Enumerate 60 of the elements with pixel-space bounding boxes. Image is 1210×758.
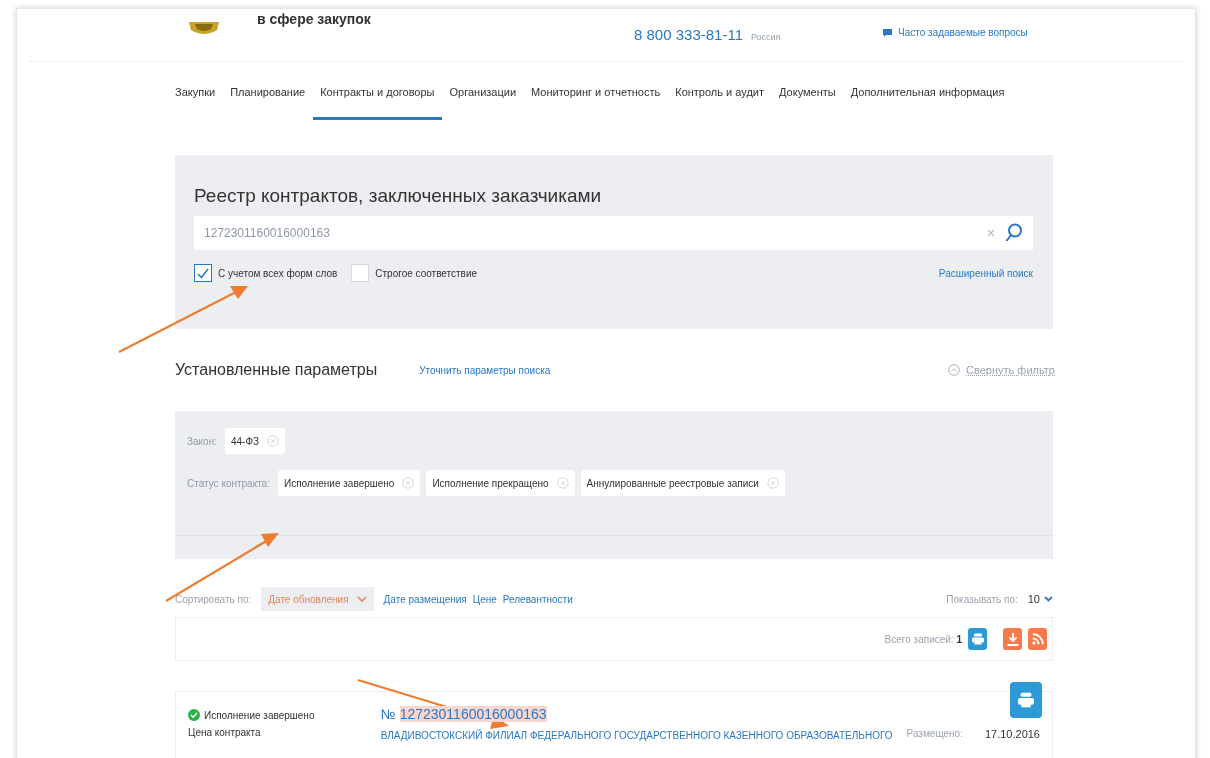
registry-title: Реестр контрактов, заключенных заказчиками xyxy=(194,185,603,207)
refine-search-link[interactable]: Уточнить параметры поиска xyxy=(419,364,551,376)
sort-label: Сортировать по: xyxy=(175,593,252,605)
remove-icon[interactable] xyxy=(556,477,569,489)
remove-icon[interactable] xyxy=(267,435,280,447)
chevron-down-icon xyxy=(1044,596,1053,602)
clear-icon[interactable] xyxy=(987,229,995,237)
nav-tab[interactable]: Дополнительная информация xyxy=(843,66,1012,120)
printer-icon xyxy=(1018,692,1034,708)
customer-name[interactable]: ВЛАДИВОСТОКСКИЙ ФИЛИАЛ ФЕДЕРАЛЬНОГО ГОСУДАРСТВЕННОГО КАЗЕННОГО ОБРАЗОВАТЕЛЬНОГО xyxy=(380,730,895,741)
printer-icon xyxy=(971,633,984,645)
print-button[interactable] xyxy=(968,628,987,650)
download-button[interactable] xyxy=(1003,628,1022,650)
section-title: Установленные параметры xyxy=(175,361,378,379)
region-label: Россия xyxy=(751,32,781,42)
page-size-dropdown[interactable]: 10 xyxy=(1027,593,1053,605)
page-size-label: Показывать по: xyxy=(946,593,1018,605)
nav-tab[interactable]: Планирование xyxy=(222,66,313,120)
remove-icon[interactable] xyxy=(766,477,779,489)
site-title: в сфере закупок xyxy=(257,12,371,26)
emblem-icon xyxy=(187,22,221,36)
tag-text: Аннулированные реестровые записи xyxy=(586,477,759,489)
tag-text: Исполнение прекращено xyxy=(432,477,549,489)
posted-label: Размещено: xyxy=(906,728,963,741)
posted-date: 17.10.2016 xyxy=(984,728,1040,742)
nav-tab[interactable]: Контроль и аудит xyxy=(667,66,772,120)
checkbox-label: Строгое соответствие xyxy=(375,267,478,279)
collapse-icon[interactable] xyxy=(948,364,961,376)
checkbox-label: С учетом всех форм слов xyxy=(218,267,338,279)
phone-number[interactable]: 8 800 333-81-11 xyxy=(634,26,743,43)
nav-tab[interactable]: Закупки xyxy=(175,66,223,120)
advanced-search-link[interactable]: Расширенный поиск xyxy=(938,267,1033,279)
chevron-down-icon xyxy=(356,595,367,603)
price-label: Цена контракта xyxy=(188,727,262,738)
tag-text: 44-ФЗ xyxy=(230,435,260,447)
rss-button[interactable] xyxy=(1028,628,1047,650)
nav-tab[interactable]: Организации xyxy=(442,66,524,120)
check-circle-icon xyxy=(188,709,200,721)
nav-tab[interactable]: Документы xyxy=(771,66,844,120)
nav-tab[interactable]: Контракты и договоры xyxy=(312,66,442,120)
sort-option[interactable]: Цене xyxy=(472,593,497,605)
download-icon xyxy=(1006,632,1019,646)
search-field[interactable]: 1272301160016000163 xyxy=(194,216,1033,250)
sort-option[interactable]: Релевантности xyxy=(502,593,573,605)
tag-text: Исполнение завершено xyxy=(283,477,395,489)
chat-icon xyxy=(883,28,892,37)
faq-link[interactable]: Часто задаваемые вопросы xyxy=(898,27,1028,38)
remove-icon[interactable] xyxy=(402,477,415,489)
search-icon[interactable] xyxy=(1005,223,1023,243)
nav-tab[interactable]: Мониторинг и отчетность xyxy=(523,66,668,120)
total-records: Всего записей: 1 xyxy=(884,633,962,645)
filter-label: Закон: xyxy=(187,435,217,447)
collapse-filter-link[interactable]: Свернуть фильтр xyxy=(966,364,1055,376)
filter-label: Статус контракта: xyxy=(187,477,270,489)
checkbox[interactable] xyxy=(194,264,212,282)
contract-status: Исполнение завершено xyxy=(204,709,315,721)
rss-icon xyxy=(1031,633,1044,645)
sort-option[interactable]: Дате размещения xyxy=(383,593,467,605)
print-button[interactable] xyxy=(1010,682,1042,718)
contract-number[interactable]: № 1272301160016000163 xyxy=(380,706,895,722)
